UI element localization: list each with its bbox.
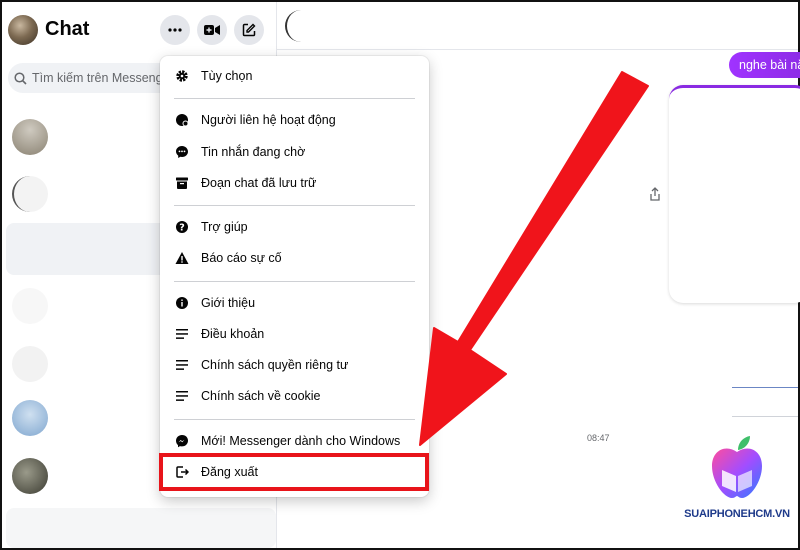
lines-icon xyxy=(174,388,190,404)
svg-text:?: ? xyxy=(179,223,185,234)
menu-item-cookie-policy[interactable]: Chính sách về cookie xyxy=(166,382,423,410)
compose-icon xyxy=(242,23,256,37)
message-timestamp: 08:47 xyxy=(587,433,610,443)
lines-icon xyxy=(174,357,190,373)
menu-item-help[interactable]: ? Trợ giúp xyxy=(166,213,423,241)
video-call-button[interactable] xyxy=(197,15,227,45)
logout-highlight-box xyxy=(159,453,429,491)
menu-item-label: Giới thiệu xyxy=(201,296,256,310)
menu-item-label: Chính sách về cookie xyxy=(201,389,321,403)
conversation-item[interactable] xyxy=(6,284,160,328)
active-contacts-icon xyxy=(174,112,190,128)
menu-item-report-problem[interactable]: Báo cáo sự cố xyxy=(166,244,423,272)
new-message-button[interactable] xyxy=(234,15,264,45)
menu-separator xyxy=(174,419,415,420)
menu-item-label: Tùy chọn xyxy=(201,69,253,83)
share-icon[interactable] xyxy=(649,187,661,201)
message-divider xyxy=(732,416,798,417)
menu-item-preferences[interactable]: Tùy chọn xyxy=(166,62,423,90)
menu-separator xyxy=(174,98,415,99)
conversation-item[interactable] xyxy=(6,396,160,440)
info-icon xyxy=(174,295,190,311)
contact-avatar xyxy=(12,346,48,382)
options-menu: Tùy chọn Người liên hệ hoạt động Tin nhắ… xyxy=(160,56,429,497)
contact-avatar xyxy=(12,400,48,436)
search-placeholder: Tìm kiếm trên Messenger xyxy=(32,71,174,85)
conversation-avatar[interactable] xyxy=(285,10,317,42)
menu-item-label: Đoạn chat đã lưu trữ xyxy=(201,176,317,190)
sidebar-footer xyxy=(6,508,276,548)
menu-item-messenger-windows[interactable]: Mới! Messenger dành cho Windows xyxy=(166,427,423,455)
contact-avatar xyxy=(12,458,48,494)
menu-item-message-requests[interactable]: Tin nhắn đang chờ xyxy=(166,138,423,166)
archive-icon xyxy=(174,175,190,191)
chat-bubble-icon xyxy=(174,144,190,160)
warning-icon xyxy=(174,250,190,266)
message-divider xyxy=(732,387,798,388)
outgoing-message: nghe bài nă xyxy=(729,52,800,78)
messenger-icon xyxy=(174,433,190,449)
menu-item-privacy-policy[interactable]: Chính sách quyền riêng tư xyxy=(166,351,423,379)
conversation-item[interactable] xyxy=(6,115,160,159)
menu-item-label: Trợ giúp xyxy=(201,220,248,234)
shared-link-card[interactable] xyxy=(669,85,800,303)
menu-item-active-contacts[interactable]: Người liên hệ hoạt động xyxy=(166,106,423,134)
more-options-button[interactable] xyxy=(160,15,190,45)
contact-avatar xyxy=(12,119,48,155)
sidebar-title: Chat xyxy=(45,18,90,40)
conversation-item[interactable] xyxy=(6,454,160,498)
search-input[interactable]: Tìm kiếm trên Messenger xyxy=(8,63,176,93)
menu-item-label: Mới! Messenger dành cho Windows xyxy=(201,434,401,448)
more-dots-icon xyxy=(168,28,182,32)
menu-item-label: Chính sách quyền riêng tư xyxy=(201,358,349,372)
menu-item-about[interactable]: Giới thiệu xyxy=(166,289,423,317)
contact-avatar xyxy=(12,176,48,212)
watermark: SUAIPHONEHCM.VN xyxy=(676,426,798,548)
video-camera-icon xyxy=(204,25,220,35)
contact-avatar xyxy=(12,288,48,324)
menu-separator xyxy=(174,205,415,206)
menu-item-label: Điều khoản xyxy=(201,327,265,341)
conversation-item[interactable] xyxy=(6,342,160,386)
menu-item-archived-chats[interactable]: Đoạn chat đã lưu trữ xyxy=(166,169,423,197)
conversation-header xyxy=(277,2,798,50)
gear-icon xyxy=(174,68,190,84)
watermark-text: SUAIPHONEHCM.VN xyxy=(684,508,790,520)
help-icon: ? xyxy=(174,219,190,235)
conversation-item[interactable] xyxy=(6,172,160,216)
menu-item-label: Tin nhắn đang chờ xyxy=(201,145,306,159)
lines-icon xyxy=(174,326,190,342)
profile-avatar[interactable] xyxy=(8,15,38,45)
menu-separator xyxy=(174,281,415,282)
search-icon xyxy=(14,71,27,85)
watermark-logo-icon xyxy=(712,436,762,498)
menu-item-terms[interactable]: Điều khoản xyxy=(166,320,423,348)
sidebar-header: Chat xyxy=(2,2,277,58)
menu-item-label: Người liên hệ hoạt động xyxy=(201,113,336,127)
menu-item-label: Báo cáo sự cố xyxy=(201,251,282,265)
